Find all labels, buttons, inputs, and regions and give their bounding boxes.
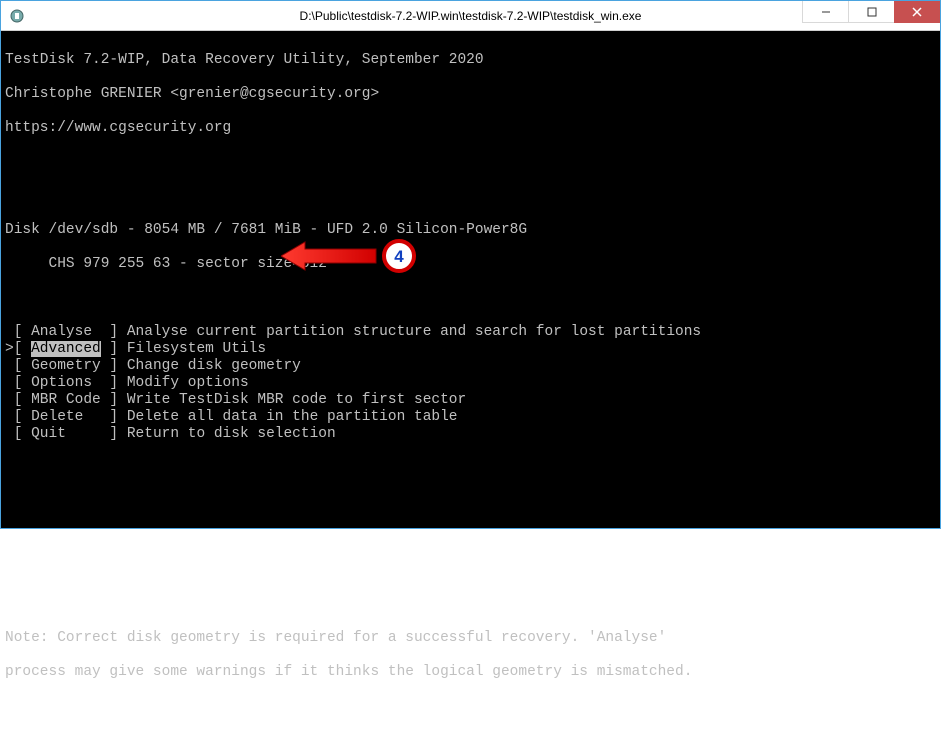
menu-label: Geometry [31,358,101,374]
blank-line [5,596,936,613]
blank-line [5,154,936,171]
disk-line1: Disk /dev/sdb - 8054 MB / 7681 MiB - UFD… [5,222,936,239]
close-button[interactable] [894,1,940,23]
menu-suffix: ] [101,392,127,408]
blank-line [5,528,936,545]
header-line2: Christophe GRENIER <grenier@cgsecurity.o… [5,86,936,103]
menu-label: MBR Code [31,392,101,408]
menu-prefix: [ [5,426,31,442]
menu-suffix: ] [101,409,127,425]
menu-description: Analyse current partition structure and … [127,324,701,340]
menu-label: Advanced [31,341,101,357]
menu-description: Return to disk selection [127,426,336,442]
menu-description: Modify options [127,375,249,391]
menu-item-options[interactable]: [ Options ] Modify options [5,375,936,392]
menu-label: Analyse [31,324,101,340]
window-buttons [802,1,940,23]
header-line3: https://www.cgsecurity.org [5,120,936,137]
console-area[interactable]: TestDisk 7.2-WIP, Data Recovery Utility,… [1,31,940,528]
menu-suffix: ] [101,324,127,340]
menu-prefix: >[ [5,341,31,357]
menu-prefix: [ [5,392,31,408]
menu-prefix: [ [5,358,31,374]
menu-description: Change disk geometry [127,358,301,374]
menu-suffix: ] [101,375,127,391]
menu-label: Quit [31,426,101,442]
header-line1: TestDisk 7.2-WIP, Data Recovery Utility,… [5,52,936,69]
window-title: D:\Public\testdisk-7.2-WIP.win\testdisk-… [300,9,642,23]
minimize-button[interactable] [802,1,848,23]
blank-line [5,562,936,579]
maximize-button[interactable] [848,1,894,23]
menu-prefix: [ [5,324,31,340]
blank-line [5,494,936,511]
menu-description: Write TestDisk MBR code to first sector [127,392,466,408]
menu-description: Delete all data in the partition table [127,409,458,425]
app-icon [9,8,25,24]
menu-label: Options [31,375,101,391]
menu-description: Filesystem Utils [127,341,266,357]
menu-suffix: ] [101,358,127,374]
menu-prefix: [ [5,375,31,391]
note-line1: Note: Correct disk geometry is required … [5,630,936,647]
menu-item-delete[interactable]: [ Delete ] Delete all data in the partit… [5,409,936,426]
blank-line [5,188,936,205]
menu-item-geometry[interactable]: [ Geometry ] Change disk geometry [5,358,936,375]
blank-line [5,460,936,477]
menu-item-analyse[interactable]: [ Analyse ] Analyse current partition st… [5,324,936,341]
menu-item-quit[interactable]: [ Quit ] Return to disk selection [5,426,936,443]
menu-suffix: ] [101,426,127,442]
blank-line [5,290,936,307]
menu-item-advanced[interactable]: >[ Advanced ] Filesystem Utils [5,341,936,358]
menu-list: [ Analyse ] Analyse current partition st… [5,324,936,443]
menu-label: Delete [31,409,101,425]
titlebar: D:\Public\testdisk-7.2-WIP.win\testdisk-… [1,1,940,31]
menu-suffix: ] [101,341,127,357]
disk-line2: CHS 979 255 63 - sector size=512 [5,256,936,273]
menu-item-mbr-code[interactable]: [ MBR Code ] Write TestDisk MBR code to … [5,392,936,409]
menu-prefix: [ [5,409,31,425]
note-line2: process may give some warnings if it thi… [5,664,936,681]
